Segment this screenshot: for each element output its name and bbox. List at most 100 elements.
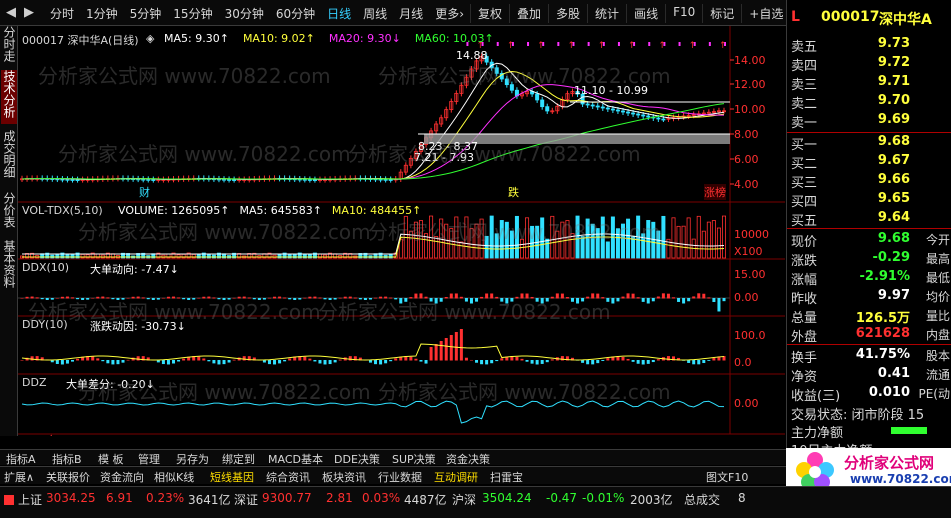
ddy-bar [30,356,34,361]
candle-body [65,178,70,181]
tool-button-2[interactable]: 多股 [548,4,587,23]
mark-cai: 财 [139,186,150,199]
tool-button-6[interactable]: 标记 [702,4,741,23]
ma-toggle-icon[interactable]: ◈ [146,32,154,45]
volume-bar [681,225,686,259]
stat-row: 现价 9.68 今开 [787,231,951,250]
period-tab-4[interactable]: 30分钟 [219,4,270,23]
bid-price: 9.68 [877,134,910,149]
function-item-9[interactable]: 扫雷宝 [490,469,523,485]
bid-row[interactable]: 买五 9.64 [787,210,951,229]
candle-body [605,107,610,110]
function-item-0[interactable]: 扩展∧ [4,469,34,485]
book-divider [787,228,951,229]
candle-body [636,113,641,116]
ddy-bar [389,360,393,362]
kline-chart[interactable]: 14.00 12.00 10.00 8.00 6.00 4.00 10000 X100 15.0… [18,26,785,436]
ask-row[interactable]: 卖一 9.69 [787,112,951,131]
tool-button-4[interactable]: 画线 [626,4,665,23]
ask-label: 卖二 [791,97,818,112]
indicator-tab-9[interactable]: 资金决策 [446,451,490,467]
ddy-bar [702,360,706,364]
vtab-intraday[interactable]: 分时走势 [1,26,17,66]
bid-label: 买一 [791,138,818,153]
f10-button[interactable]: 图文F10 [706,469,748,485]
ddy-bar [71,360,75,362]
signal-dot [648,42,651,46]
period-tab-3[interactable]: 15分钟 [167,4,218,23]
sz-percent: 0.03% [362,491,401,505]
bid-label: 买三 [791,176,818,191]
ddy-bar [177,360,181,362]
indicator-tab-8[interactable]: SUP决策 [392,451,436,467]
tool-button-1[interactable]: 叠加 [509,4,548,23]
ddx-bar [666,293,670,299]
ddx-bar [621,296,625,299]
bid-row[interactable]: 买一 9.68 [787,134,951,153]
vtab-technical[interactable]: 技术分析 [1,70,17,124]
ddy-bar [409,356,413,361]
bid-price: 9.67 [877,153,910,168]
time-tick: 3 [568,434,575,436]
vtab-price-table[interactable]: 分价表 [1,192,17,238]
ask-row[interactable]: 卖五 9.73 [787,36,951,55]
tool-button-5[interactable]: F10 [665,4,702,23]
ddy-bar [394,358,398,361]
period-tab-6[interactable]: 日线 [321,4,357,23]
hs-amount: 2003亿 [630,493,673,507]
indicator-tab-3[interactable]: 管理 [138,451,160,467]
forward-icon[interactable]: ▶ [24,5,34,20]
indicator-tab-1[interactable]: 指标B [52,451,82,467]
indicator-tab-7[interactable]: DDE决策 [334,451,380,467]
function-item-4[interactable]: 短线基因 [210,469,254,485]
function-item-7[interactable]: 行业数据 [378,469,422,485]
period-tab-0[interactable]: 分时 [44,4,80,23]
function-item-2[interactable]: 资金流向 [100,469,144,485]
total-volume-label: 总成交 [684,493,721,507]
ddx-bar [692,296,696,299]
tool-button-3[interactable]: 统计 [587,4,626,23]
signal-dot [678,42,681,46]
indicator-tab-5[interactable]: 绑定到 [222,451,255,467]
vtab-fundamentals[interactable]: 基本资料 [1,240,17,296]
period-tab-8[interactable]: 月线 [393,4,429,23]
period-tab-9[interactable]: 更多› [429,4,470,23]
back-icon[interactable]: ◀ [6,5,16,20]
ask-row[interactable]: 卖二 9.70 [787,93,951,112]
function-item-8[interactable]: 互动调研 [434,469,478,485]
signal-arrow: ↑ [719,41,727,51]
stat2-row: 净资 0.41 流通 [787,366,951,385]
ddx-label: DDX(10) [22,261,70,274]
function-item-1[interactable]: 关联报价 [46,469,90,485]
period-tab-2[interactable]: 5分钟 [124,4,168,23]
candle-body [535,93,540,101]
sz-label[interactable]: 深证 [234,491,258,508]
period-tab-5[interactable]: 60分钟 [270,4,321,23]
ddy-bar [348,356,352,361]
signal-arrow: ↑ [689,41,697,51]
indicator-tab-6[interactable]: MACD基本 [268,451,323,467]
period-tab-7[interactable]: 周线 [357,4,393,23]
ddy-bar [646,360,650,364]
stat-label: 外盘 [791,330,818,345]
function-item-6[interactable]: 板块资讯 [322,469,366,485]
bid-row[interactable]: 买三 9.66 [787,172,951,191]
indicator-tab-0[interactable]: 指标A [6,451,36,467]
ddy-bar [328,360,332,365]
function-item-3[interactable]: 相似K线 [154,469,194,485]
sh-label[interactable]: 上证 [18,491,42,508]
bid-row[interactable]: 买四 9.65 [787,191,951,210]
stat2-value: 0.41 [877,366,910,381]
ask-row[interactable]: 卖三 9.71 [787,74,951,93]
indicator-tab-2[interactable]: 模 板 [98,451,124,467]
ddy-bar [303,356,307,361]
indicator-tab-4[interactable]: 另存为 [176,451,209,467]
ask-row[interactable]: 卖四 9.72 [787,55,951,74]
hs-label[interactable]: 沪深 [452,491,476,508]
function-item-5[interactable]: 综合资讯 [266,469,310,485]
tool-button-0[interactable]: 复权 [470,4,509,23]
tool-button-7[interactable]: +自选 [741,4,790,23]
bid-row[interactable]: 买二 9.67 [787,153,951,172]
vtab-deals[interactable]: 成交明细 [1,130,17,190]
period-tab-1[interactable]: 1分钟 [80,4,124,23]
